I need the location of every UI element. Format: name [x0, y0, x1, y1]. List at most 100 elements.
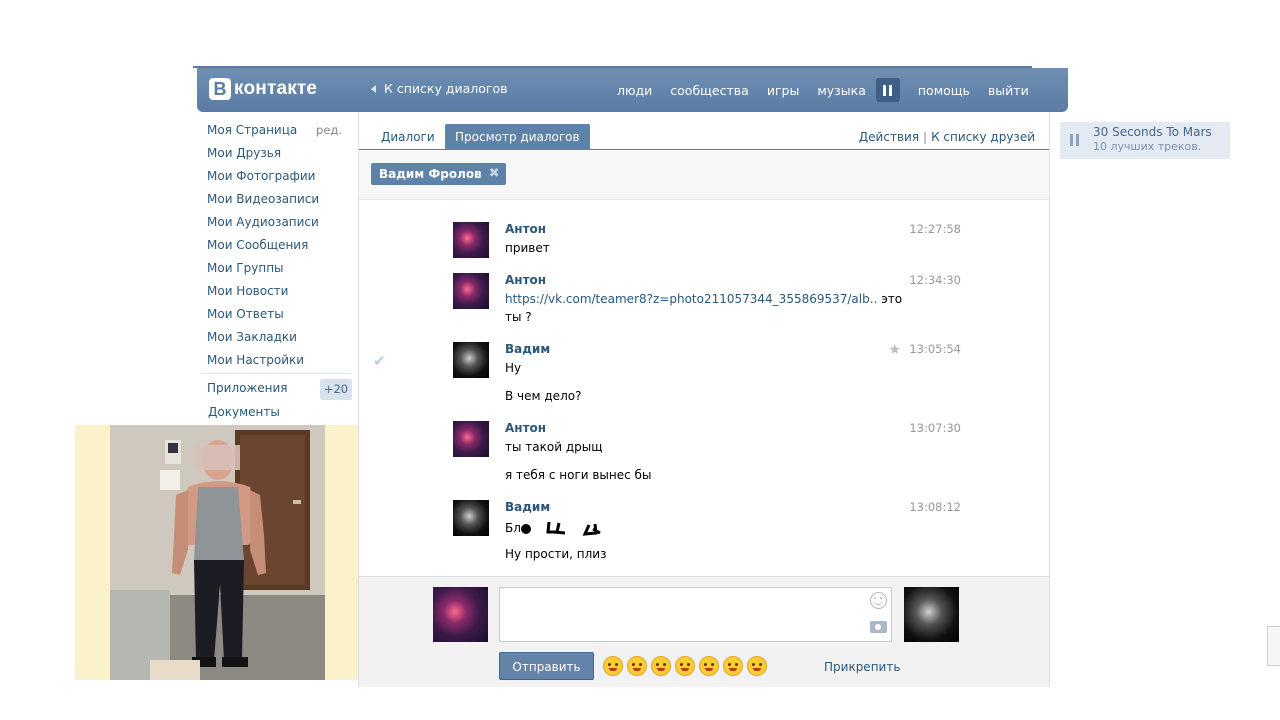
apps-count-badge[interactable]: +20: [320, 379, 352, 400]
audio-track-title[interactable]: 30 Seconds To Mars: [1093, 125, 1212, 139]
message-item: Вадим 13:08:12 Бл Ну прости, плиз: [453, 500, 963, 562]
redaction-scribble: [520, 521, 601, 536]
emoji-row: [603, 656, 771, 676]
send-button[interactable]: Отправить: [499, 652, 594, 680]
avatar[interactable]: [453, 222, 489, 258]
top-nav: люди сообщества игры музыка помощь выйти: [617, 68, 1047, 112]
person-filter-tag[interactable]: Вадим Фролов ✖: [371, 163, 506, 185]
emoji-sweat-icon[interactable]: [699, 656, 719, 676]
smile-icon[interactable]: [870, 592, 887, 609]
emoji-kiss-icon[interactable]: [675, 656, 695, 676]
tab-dialogs[interactable]: Диалоги: [371, 124, 445, 150]
emoji-smile-icon[interactable]: [603, 656, 623, 676]
message-link-suffix: это: [877, 292, 903, 306]
audio-player-widget[interactable]: 30 Seconds To Mars 10 лучших треков.: [1060, 122, 1230, 159]
menu-apps[interactable]: Приложения +20: [207, 379, 352, 400]
message-item: Антон 13:07:30 ты такой дрыщ я тебя с но…: [453, 421, 963, 482]
message-text: Бл: [505, 519, 601, 537]
message-text: ты ?: [505, 310, 532, 324]
avatar[interactable]: [453, 500, 489, 536]
nav-people[interactable]: люди: [617, 83, 652, 98]
edit-link[interactable]: ред.: [316, 122, 342, 138]
logo-mark: В: [209, 78, 231, 100]
filter-bar: Вадим Фролов ✖: [359, 151, 1049, 200]
avatar[interactable]: [453, 421, 489, 457]
message-time: 12:27:58: [909, 222, 961, 236]
message-text: В чем дело?: [505, 389, 582, 403]
menu-my-answers[interactable]: Мои Ответы: [207, 306, 352, 329]
message-time: 12:34:30: [909, 273, 961, 287]
nav-games[interactable]: игры: [767, 83, 800, 98]
star-icon[interactable]: ★: [888, 342, 901, 358]
top-header: В контакте К списку диалогов люди сообще…: [197, 68, 1068, 112]
overlay-photo: [75, 425, 358, 680]
pause-icon[interactable]: [875, 78, 900, 102]
overlay-photo-image: [110, 425, 325, 680]
message-text: привет: [505, 241, 550, 255]
menu-my-page-label: Моя Страница: [207, 123, 298, 137]
avatar[interactable]: [453, 273, 489, 309]
emoji-wink-kiss-icon[interactable]: [723, 656, 743, 676]
friends-list-link[interactable]: К списку друзей: [931, 130, 1035, 144]
nav-communities[interactable]: сообщества: [670, 83, 749, 98]
tab-view-dialogs[interactable]: Просмотр диалогов: [445, 124, 590, 150]
menu-my-photos[interactable]: Мои Фотографии: [207, 168, 352, 191]
logo-text: контакте: [234, 78, 318, 99]
audio-pause-icon[interactable]: [1070, 134, 1082, 146]
my-avatar[interactable]: [433, 587, 488, 642]
separator: |: [923, 130, 928, 144]
menu-apps-label: Приложения: [207, 381, 288, 395]
menu-my-messages[interactable]: Мои Сообщения: [207, 237, 352, 260]
audio-track-subtitle: 10 лучших треков.: [1093, 140, 1202, 153]
message-item: Антон 12:27:58 привет: [453, 222, 963, 258]
message-text-start: Бл: [505, 521, 521, 535]
menu-my-friends[interactable]: Мои Друзья: [207, 145, 352, 168]
message-link[interactable]: https://vk.com/teamer8?z=photo211057344_…: [505, 292, 877, 306]
menu-divider: [201, 373, 351, 374]
menu-my-page[interactable]: Моя Страница ред.: [207, 122, 352, 145]
message-author[interactable]: Антон: [505, 421, 546, 435]
tab-actions: Действия | К списку друзей: [859, 124, 1035, 150]
message-item: Вадим ★ 13:05:54 Ну В чем дело?: [453, 342, 963, 403]
message-composer: Отправить Прикрепить: [359, 576, 1049, 687]
message-item: Антон 12:34:30 https://vk.com/teamer8?z=…: [453, 273, 963, 324]
left-menu: Моя Страница ред. Мои Друзья Мои Фотогра…: [207, 122, 352, 375]
menu-my-settings[interactable]: Мои Настройки: [207, 352, 352, 375]
attach-link[interactable]: Прикрепить: [824, 660, 900, 674]
menu-my-audio[interactable]: Мои Аудиозаписи: [207, 214, 352, 237]
nav-logout[interactable]: выйти: [988, 83, 1029, 98]
menu-documents[interactable]: Документы: [208, 405, 280, 419]
message-text: ты такой дрыщ: [505, 440, 603, 454]
message-author[interactable]: Вадим: [505, 342, 550, 356]
camera-icon[interactable]: [870, 621, 887, 633]
vk-logo[interactable]: В контакте: [209, 78, 317, 100]
menu-my-bookmarks[interactable]: Мои Закладки: [207, 329, 352, 352]
emoji-open-mouth-icon[interactable]: [747, 656, 767, 676]
peer-avatar[interactable]: [904, 587, 959, 642]
message-author[interactable]: Антон: [505, 222, 546, 236]
emoji-surprised-icon[interactable]: [651, 656, 671, 676]
back-arrow-icon: [371, 84, 376, 93]
message-time: 13:08:12: [909, 500, 961, 514]
message-text: я тебя с ноги вынес бы: [505, 468, 652, 482]
nav-help[interactable]: помощь: [918, 83, 970, 98]
checkmark-icon[interactable]: ✔: [373, 352, 386, 370]
actions-link[interactable]: Действия: [859, 130, 919, 144]
message-input[interactable]: [499, 587, 892, 642]
remove-filter-icon[interactable]: ✖: [489, 163, 500, 185]
message-time: 13:05:54: [909, 342, 961, 356]
emoji-tears-icon[interactable]: [627, 656, 647, 676]
nav-music[interactable]: музыка: [817, 83, 866, 98]
avatar[interactable]: [453, 342, 489, 378]
side-scroll-handle[interactable]: [1267, 626, 1280, 666]
message-text: https://vk.com/teamer8?z=photo211057344_…: [505, 292, 902, 306]
dialog-panel: Диалоги Просмотр диалогов Действия | К спи…: [358, 112, 1050, 687]
message-text: Ну прости, плиз: [505, 547, 607, 561]
message-author[interactable]: Антон: [505, 273, 546, 287]
back-to-dialogs-link[interactable]: К списку диалогов: [371, 81, 507, 96]
message-time: 13:07:30: [909, 421, 961, 435]
menu-my-news[interactable]: Мои Новости: [207, 283, 352, 306]
menu-my-groups[interactable]: Мои Группы: [207, 260, 352, 283]
message-author[interactable]: Вадим: [505, 500, 550, 514]
menu-my-videos[interactable]: Мои Видеозаписи: [207, 191, 352, 214]
